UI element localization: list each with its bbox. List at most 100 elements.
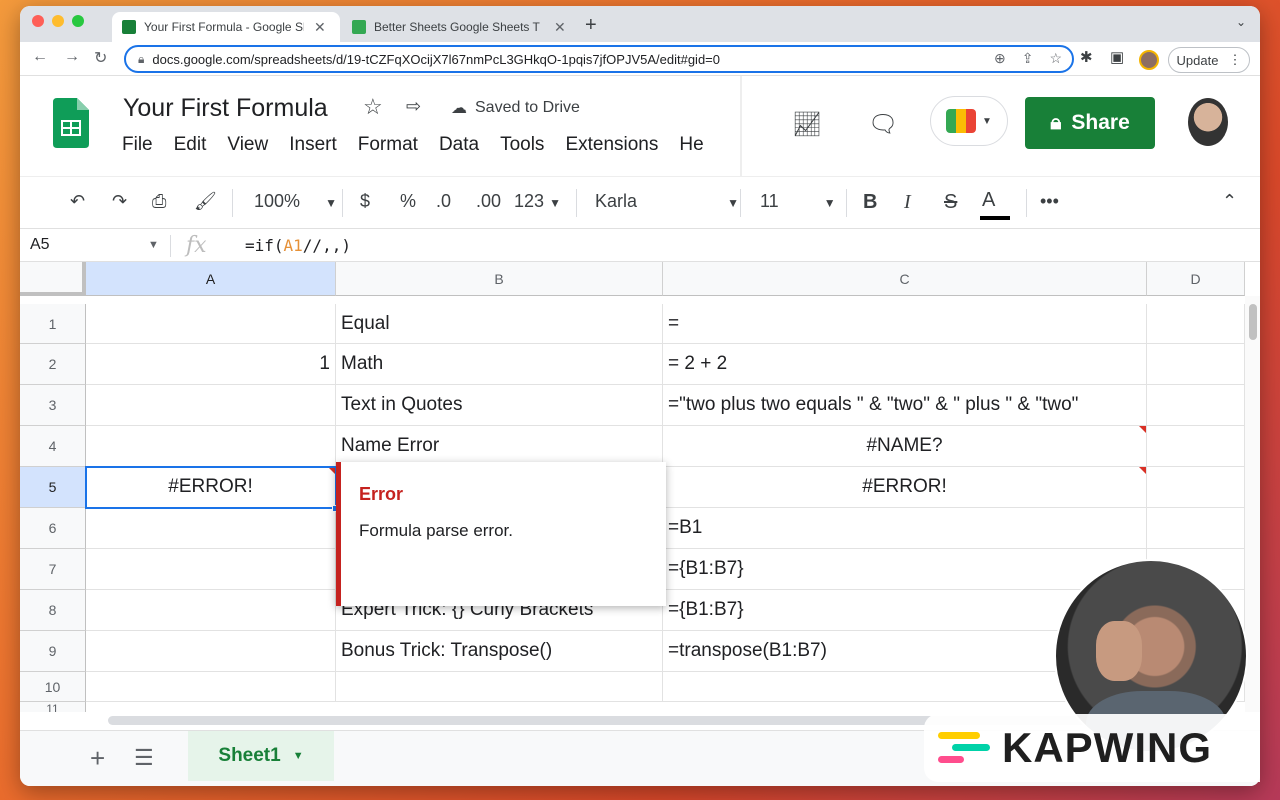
cell-a4[interactable] — [86, 426, 336, 467]
forward-icon[interactable]: → — [64, 48, 80, 66]
more-formats-button[interactable]: 123 ▼ — [514, 191, 561, 212]
activity-trend-icon[interactable]: 📈︎ — [792, 110, 822, 139]
format-currency-button[interactable]: $ — [360, 191, 370, 212]
row-header[interactable]: 2 — [20, 344, 86, 385]
document-title[interactable]: Your First Formula — [123, 94, 328, 123]
extensions-icon[interactable]: ✱ — [1080, 48, 1093, 66]
bold-button[interactable]: B — [863, 191, 877, 214]
menu-format[interactable]: Format — [358, 134, 418, 156]
cell-c5[interactable]: #ERROR! — [663, 467, 1147, 508]
star-icon[interactable]: ☆ — [363, 94, 383, 120]
reload-icon[interactable]: ↻ — [94, 48, 107, 68]
redo-icon[interactable]: ↷ — [112, 191, 127, 212]
row-header[interactable]: 7 — [20, 549, 86, 590]
row-header[interactable]: 8 — [20, 590, 86, 631]
cell-c1[interactable]: = — [663, 304, 1147, 344]
cell-d2[interactable] — [1147, 344, 1245, 385]
menu-file[interactable]: File — [122, 134, 153, 156]
new-tab-icon[interactable]: + — [585, 14, 597, 37]
side-panel-icon[interactable]: ▣ — [1110, 48, 1124, 66]
chevron-down-icon[interactable]: ▼ — [148, 239, 159, 251]
browser-tab-active[interactable]: Your First Formula - Google Sh ✕ — [112, 12, 340, 42]
sheet-tab-sheet1[interactable]: Sheet1 ▼ — [188, 731, 334, 781]
tab-search-chevron-icon[interactable]: ⌄ — [1236, 15, 1246, 29]
browser-tab[interactable]: Better Sheets Google Sheets T ✕ — [342, 12, 578, 42]
row-header[interactable]: 4 — [20, 426, 86, 467]
row-header[interactable]: 5 — [20, 467, 86, 508]
text-color-button[interactable]: A — [982, 189, 995, 212]
close-tab-icon[interactable]: ✕ — [554, 19, 566, 36]
cell-b9[interactable]: Bonus Trick: Transpose() — [336, 631, 663, 672]
cell-a1[interactable] — [86, 304, 336, 344]
decrease-decimal-button[interactable]: .0 — [436, 191, 451, 212]
menu-data[interactable]: Data — [439, 134, 479, 156]
bookmark-star-icon[interactable]: ☆ — [1049, 50, 1062, 67]
row-header[interactable]: 10 — [20, 672, 86, 702]
menu-edit[interactable]: Edit — [174, 134, 207, 156]
menu-view[interactable]: View — [227, 134, 268, 156]
font-family-select[interactable]: Karla ▼ — [595, 191, 739, 212]
row-header[interactable]: 11 — [20, 702, 86, 712]
meet-button[interactable]: ▼ — [930, 96, 1008, 146]
vertical-scroll-thumb[interactable] — [1249, 304, 1257, 340]
strikethrough-button[interactable]: S — [944, 191, 957, 214]
paint-format-icon[interactable]: 🖌︎ — [194, 191, 217, 212]
share-page-icon[interactable]: ⇪ — [1022, 50, 1034, 67]
user-avatar[interactable] — [1188, 98, 1228, 146]
increase-decimal-button[interactable]: .00 — [476, 191, 501, 212]
font-size-select[interactable]: 11 ▼ — [760, 191, 836, 212]
cell-a8[interactable] — [86, 590, 336, 631]
cell-c6[interactable]: =B1 — [663, 508, 1147, 549]
row-header[interactable]: 9 — [20, 631, 86, 672]
close-window-button[interactable] — [32, 15, 44, 27]
cell-d6[interactable] — [1147, 508, 1245, 549]
cell-d1[interactable] — [1147, 304, 1245, 344]
move-folder-icon[interactable]: ⇨ — [406, 96, 421, 117]
cell-c2[interactable]: = 2 + 2 — [663, 344, 1147, 385]
row-header[interactable]: 1 — [20, 304, 86, 344]
column-header-a[interactable]: A — [86, 262, 336, 296]
saved-status[interactable]: ☁ Saved to Drive — [451, 98, 580, 118]
cell-a7[interactable] — [86, 549, 336, 590]
collapse-toolbar-chevron-up-icon[interactable]: ⌃ — [1222, 191, 1237, 212]
cell-d4[interactable] — [1147, 426, 1245, 467]
print-icon[interactable]: ⎙ — [152, 191, 166, 212]
cell-a3[interactable] — [86, 385, 336, 426]
cell-b1[interactable]: Equal — [336, 304, 663, 344]
cell-b10[interactable] — [336, 672, 663, 702]
cell-c3[interactable]: ="two plus two equals " & "two" & " plus… — [663, 385, 1147, 426]
add-sheet-icon[interactable]: + — [90, 743, 105, 774]
update-button[interactable]: Update ⋮ — [1168, 47, 1250, 73]
zoom-icon[interactable]: ⊕ — [994, 50, 1006, 67]
share-button[interactable]: 🔒︎ Share — [1025, 97, 1155, 149]
comments-icon[interactable]: 🗨︎ — [868, 110, 898, 139]
cell-b2[interactable]: Math — [336, 344, 663, 385]
select-all-corner[interactable] — [20, 262, 86, 296]
close-tab-icon[interactable]: ✕ — [314, 19, 326, 36]
cell-a2[interactable]: 1 — [86, 344, 336, 385]
name-box[interactable]: A5 — [30, 236, 50, 254]
all-sheets-list-icon[interactable]: ☰ — [134, 745, 154, 771]
sheets-logo-icon[interactable] — [53, 98, 89, 148]
more-options-button[interactable]: ••• — [1040, 191, 1059, 212]
profile-avatar[interactable] — [1139, 50, 1159, 70]
cell-a10[interactable] — [86, 672, 336, 702]
cell-a9[interactable] — [86, 631, 336, 672]
menu-extensions[interactable]: Extensions — [565, 134, 658, 156]
menu-help[interactable]: He — [679, 134, 703, 156]
menu-tools[interactable]: Tools — [500, 134, 544, 156]
row-header[interactable]: 6 — [20, 508, 86, 549]
minimize-window-button[interactable] — [52, 15, 64, 27]
zoom-window-button[interactable] — [72, 15, 84, 27]
back-icon[interactable]: ← — [32, 48, 48, 66]
formula-input[interactable]: =if(A1//,,) — [245, 236, 351, 255]
cell-b3[interactable]: Text in Quotes — [336, 385, 663, 426]
format-percent-button[interactable]: % — [400, 191, 416, 212]
undo-icon[interactable]: ↶ — [70, 191, 85, 212]
menu-insert[interactable]: Insert — [289, 134, 337, 156]
url-input[interactable]: 🔒︎ docs.google.com/spreadsheets/d/19-tCZ… — [124, 45, 1074, 73]
cell-d5[interactable] — [1147, 467, 1245, 508]
cell-d3[interactable] — [1147, 385, 1245, 426]
column-header-b[interactable]: B — [336, 262, 663, 296]
row-header[interactable]: 3 — [20, 385, 86, 426]
